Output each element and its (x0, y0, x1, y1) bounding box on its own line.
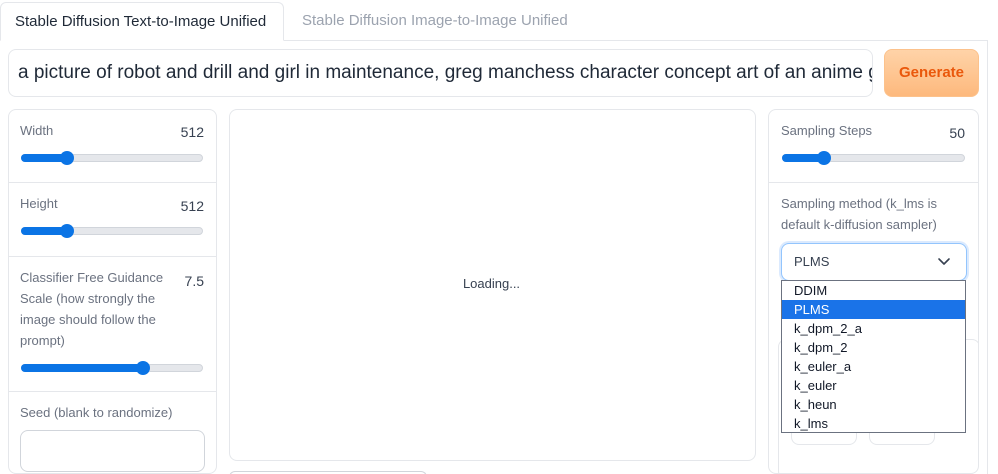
cfg-scale-slider[interactable] (21, 361, 203, 375)
slider-fill (21, 364, 143, 372)
cfg-scale-setting: Classifier Free Guidance Scale (how stro… (9, 257, 216, 392)
height-setting: Height 512 (9, 183, 216, 257)
height-value[interactable]: 512 (181, 198, 204, 214)
option-k-dpm-2-a[interactable]: k_dpm_2_a (782, 319, 965, 338)
option-plms[interactable]: PLMS (782, 300, 965, 319)
slider-thumb[interactable] (60, 224, 74, 238)
width-value[interactable]: 512 (181, 124, 204, 140)
width-slider[interactable] (21, 151, 203, 165)
option-k-euler-a[interactable]: k_euler_a (782, 357, 965, 376)
height-label: Height (20, 196, 58, 211)
prompt-input[interactable]: a picture of robot and drill and girl in… (8, 49, 873, 97)
tab-bar: Stable Diffusion Text-to-Image Unified S… (0, 0, 998, 41)
slider-thumb[interactable] (136, 361, 150, 375)
left-settings-panel: Width 512 Height 512 Classifier Free Gui… (8, 109, 217, 474)
tab-content-border (987, 40, 988, 474)
generate-button[interactable]: Generate (884, 49, 979, 97)
width-setting: Width 512 (9, 110, 216, 183)
sampling-steps-slider[interactable] (782, 151, 965, 165)
slider-thumb[interactable] (60, 151, 74, 165)
slider-thumb[interactable] (817, 151, 831, 165)
width-label: Width (20, 123, 54, 138)
height-slider[interactable] (21, 224, 203, 238)
loading-status: Loading... (462, 276, 521, 291)
tab-text-to-image[interactable]: Stable Diffusion Text-to-Image Unified (0, 2, 284, 41)
sampling-steps-setting: Sampling Steps 50 (769, 110, 978, 183)
sampling-steps-value[interactable]: 50 (949, 125, 965, 141)
sampling-method-dropdown[interactable]: DDIM PLMS k_dpm_2_a k_dpm_2 k_euler_a k_… (781, 280, 966, 433)
option-k-heun[interactable]: k_heun (782, 395, 965, 414)
option-k-dpm-2[interactable]: k_dpm_2 (782, 338, 965, 357)
seed-input[interactable] (20, 430, 205, 472)
sampling-steps-label: Sampling Steps (781, 123, 873, 138)
tab-image-to-image[interactable]: Stable Diffusion Image-to-Image Unified (288, 2, 582, 41)
option-ddim[interactable]: DDIM (782, 281, 965, 300)
output-panel: Loading... (229, 109, 756, 461)
option-k-lms[interactable]: k_lms (782, 414, 965, 433)
sampling-method-selected: PLMS (794, 254, 830, 269)
tab-divider (283, 40, 988, 41)
chevron-down-icon (938, 258, 950, 265)
sampling-method-select[interactable]: PLMS (781, 243, 967, 281)
cfg-scale-label: Classifier Free Guidance Scale (how stro… (20, 270, 164, 348)
option-k-euler[interactable]: k_euler (782, 376, 965, 395)
sampling-method-label: Sampling method (k_lms is default k-diff… (781, 196, 938, 232)
seed-label: Seed (blank to randomize) (20, 405, 173, 420)
cfg-scale-value[interactable]: 7.5 (185, 273, 204, 289)
